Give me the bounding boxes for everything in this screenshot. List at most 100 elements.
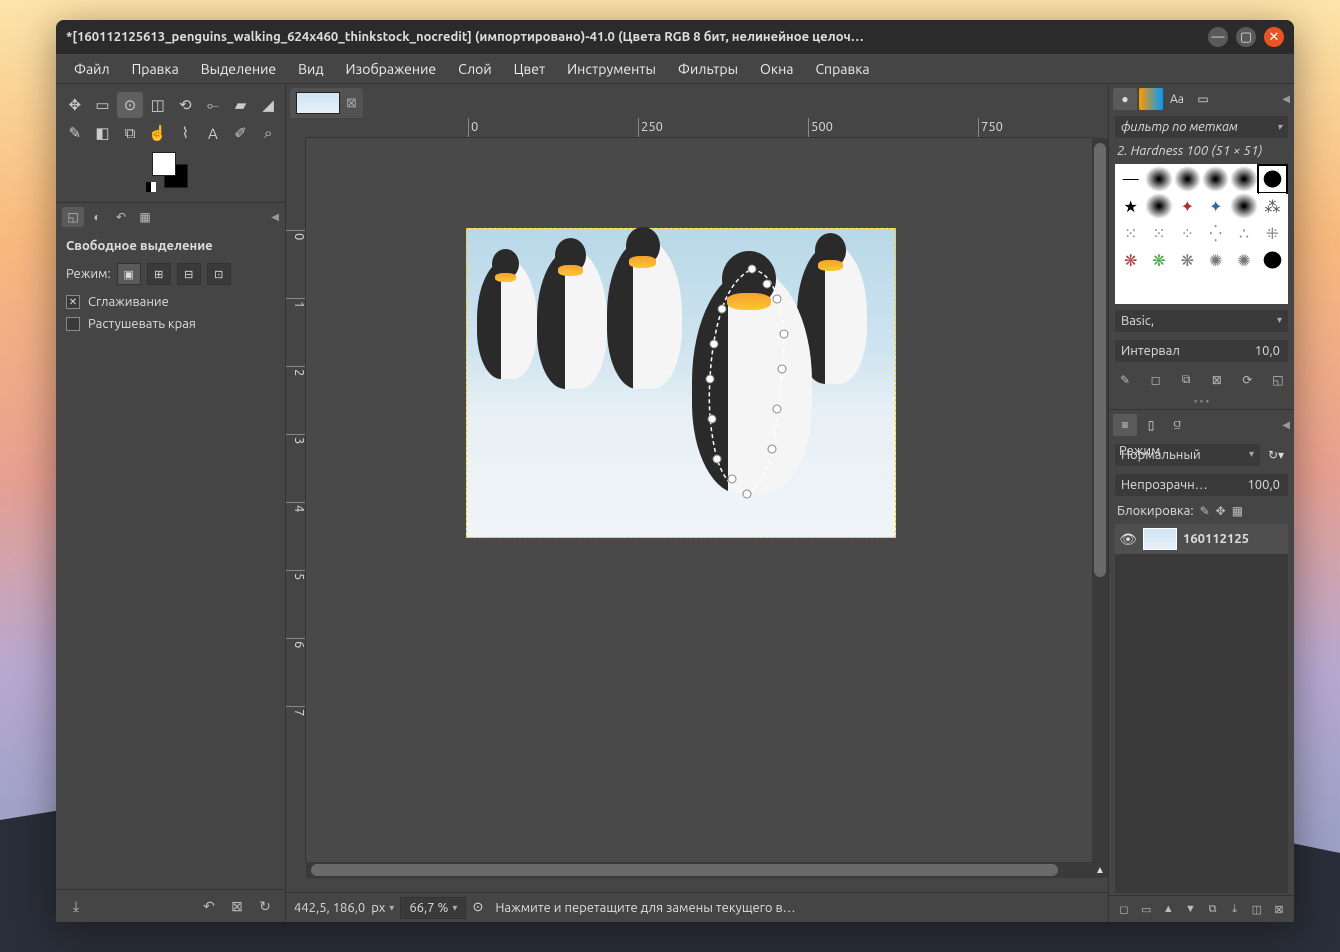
free-select-tool-icon[interactable]: ⊙: [117, 92, 143, 118]
color-swatch[interactable]: [146, 152, 196, 192]
antialias-checkbox[interactable]: Сглаживание: [66, 295, 275, 309]
history-tab-icon[interactable]: ▭: [1191, 88, 1215, 110]
gradient-tool-icon[interactable]: ◢: [255, 92, 281, 118]
canvas-viewport[interactable]: [306, 138, 1092, 862]
layer-row[interactable]: 👁 160112125: [1115, 524, 1288, 554]
layers-tab-icon[interactable]: ≡: [1113, 414, 1137, 436]
patterns-tab-icon[interactable]: [1139, 88, 1163, 110]
mode-add-icon[interactable]: ⊞: [147, 263, 171, 285]
menu-select[interactable]: Выделение: [193, 57, 284, 81]
minimize-button[interactable]: —: [1208, 27, 1228, 47]
text-tool-icon[interactable]: A: [200, 120, 226, 146]
vertical-scrollbar[interactable]: [1092, 138, 1108, 862]
menu-tools[interactable]: Инструменты: [559, 57, 664, 81]
brush-item[interactable]: —: [1117, 166, 1144, 192]
smudge-tool-icon[interactable]: ☝: [145, 120, 171, 146]
brush-item[interactable]: [1145, 193, 1172, 219]
brushes-tab-icon[interactable]: ●: [1113, 88, 1137, 110]
mode-switch-icon[interactable]: ↻▾: [1264, 444, 1288, 466]
duplicate-layer-icon[interactable]: ⧉: [1204, 900, 1222, 918]
transform-tool-icon[interactable]: ⟲: [173, 92, 199, 118]
menu-help[interactable]: Справка: [807, 57, 877, 81]
layer-visibility-icon[interactable]: 👁: [1119, 531, 1137, 548]
brush-item[interactable]: ★: [1117, 193, 1144, 219]
brush-item[interactable]: ⁛: [1202, 220, 1229, 246]
menu-edit[interactable]: Правка: [124, 57, 187, 81]
lock-pixels-icon[interactable]: ✎: [1200, 504, 1210, 518]
maximize-button[interactable]: ▢: [1236, 27, 1256, 47]
unit-selector[interactable]: px▾: [371, 901, 394, 915]
menu-image[interactable]: Изображение: [338, 57, 445, 81]
dock-menu-icon[interactable]: ◀: [1282, 419, 1290, 431]
brush-filter-input[interactable]: фильтр по меткам▾: [1115, 116, 1288, 138]
paths-tool-icon[interactable]: ⌇: [173, 120, 199, 146]
save-preset-icon[interactable]: ⤓: [66, 896, 86, 916]
vertical-ruler[interactable]: 0 1 2 3 4 5 6 7: [286, 138, 306, 862]
brush-item[interactable]: ⁂: [1259, 193, 1286, 219]
default-colors-icon[interactable]: [146, 182, 156, 192]
brush-item[interactable]: [1230, 193, 1257, 219]
rect-select-tool-icon[interactable]: ▭: [90, 92, 116, 118]
menu-layer[interactable]: Слой: [450, 57, 500, 81]
color-picker-tool-icon[interactable]: ✐: [228, 120, 254, 146]
brush-spacing-field[interactable]: Интервал 10,0: [1115, 340, 1288, 362]
canvas-image[interactable]: [466, 228, 896, 538]
tab-close-icon[interactable]: ⊠: [346, 96, 357, 111]
channels-tab-icon[interactable]: ▯: [1139, 414, 1163, 436]
brush-item[interactable]: ∴: [1230, 220, 1257, 246]
layer-list[interactable]: 👁 160112125: [1115, 524, 1288, 893]
horizontal-scrollbar[interactable]: [306, 862, 1092, 878]
brush-grid[interactable]: — ★ ✦ ✦ ⁂ ⁙ ⁙ ⁘ ⁛ ∴ ⁜ ❋ ❋ ❋: [1115, 164, 1288, 304]
zoom-selector[interactable]: 66,7 %▾: [400, 897, 466, 919]
mode-intersect-icon[interactable]: ⊡: [207, 263, 231, 285]
delete-preset-icon[interactable]: ⊠: [227, 896, 247, 916]
edit-brush-icon[interactable]: ✎: [1115, 370, 1135, 390]
brush-item[interactable]: ⁙: [1145, 220, 1172, 246]
brush-item[interactable]: ❋: [1117, 247, 1144, 273]
new-brush-icon[interactable]: ◻: [1146, 370, 1166, 390]
menu-view[interactable]: Вид: [290, 57, 331, 81]
brush-item-selected[interactable]: [1259, 166, 1286, 192]
menu-filters[interactable]: Фильтры: [670, 57, 746, 81]
undo-history-tab-icon[interactable]: ↶: [110, 207, 132, 227]
brush-item[interactable]: ❋: [1174, 247, 1201, 273]
close-button[interactable]: ✕: [1264, 27, 1284, 47]
lock-alpha-icon[interactable]: ▦: [1232, 504, 1243, 518]
raise-layer-icon[interactable]: ▲: [1159, 900, 1177, 918]
duplicate-brush-icon[interactable]: ⧉: [1176, 370, 1196, 390]
refresh-brushes-icon[interactable]: ⟳: [1237, 370, 1257, 390]
brush-item[interactable]: [1259, 247, 1286, 273]
lock-position-icon[interactable]: ✥: [1216, 504, 1226, 518]
open-as-image-icon[interactable]: ◱: [1268, 370, 1288, 390]
brush-item[interactable]: ✺: [1202, 247, 1229, 273]
delete-layer-icon[interactable]: ⊠: [1270, 900, 1288, 918]
brush-item[interactable]: ⁜: [1259, 220, 1286, 246]
mask-layer-icon[interactable]: ◫: [1248, 900, 1266, 918]
brush-item[interactable]: ✦: [1202, 193, 1229, 219]
brush-preset-selector[interactable]: Basic,▾: [1115, 310, 1288, 332]
delete-brush-icon[interactable]: ⊠: [1207, 370, 1227, 390]
menu-file[interactable]: Файл: [66, 57, 118, 81]
brush-item[interactable]: [1145, 166, 1172, 192]
brush-item[interactable]: [1202, 166, 1229, 192]
dock-resize-handle[interactable]: • • •: [1109, 394, 1294, 409]
lower-layer-icon[interactable]: ▼: [1181, 900, 1199, 918]
brush-item[interactable]: ⁙: [1117, 220, 1144, 246]
dock-menu-icon[interactable]: ◀: [271, 211, 279, 223]
navigation-icon[interactable]: ▲: [1092, 862, 1108, 878]
bucket-fill-tool-icon[interactable]: ▰: [228, 92, 254, 118]
horizontal-ruler[interactable]: 0 250 500 750: [306, 118, 1092, 138]
brush-item[interactable]: ⁘: [1174, 220, 1201, 246]
menu-colors[interactable]: Цвет: [506, 57, 554, 81]
menu-windows[interactable]: Окна: [752, 57, 801, 81]
layer-thumbnail[interactable]: [1143, 528, 1177, 550]
brush-item[interactable]: [1230, 166, 1257, 192]
paintbrush-tool-icon[interactable]: ✎: [62, 120, 88, 146]
brush-item[interactable]: ✺: [1230, 247, 1257, 273]
brush-item[interactable]: ✦: [1174, 193, 1201, 219]
move-tool-icon[interactable]: ✥: [62, 92, 88, 118]
images-tab-icon[interactable]: ▦: [134, 207, 156, 227]
titlebar[interactable]: *[160112125613_penguins_walking_624x460_…: [56, 20, 1294, 54]
brush-item[interactable]: [1174, 166, 1201, 192]
mode-subtract-icon[interactable]: ⊟: [177, 263, 201, 285]
